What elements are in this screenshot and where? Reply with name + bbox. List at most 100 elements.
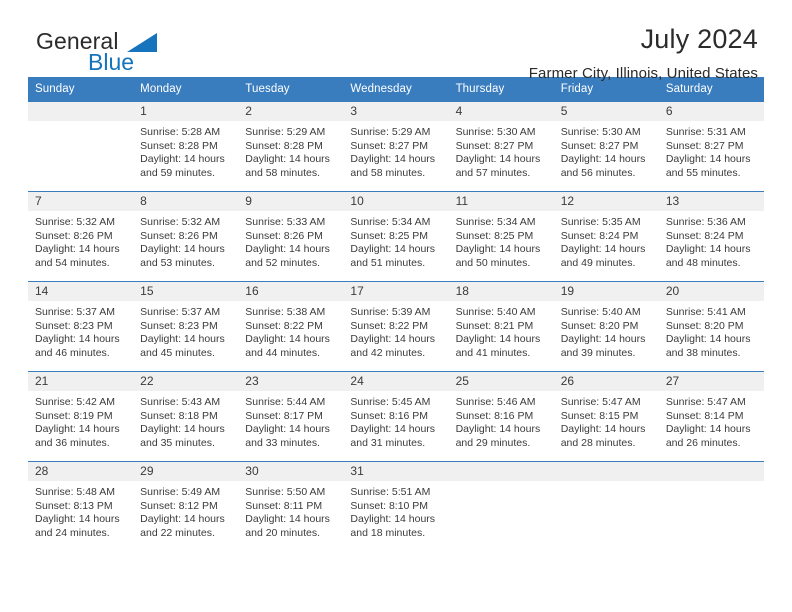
daylight-line1-text: Daylight: 14 hours [140, 243, 225, 256]
calendar-day-cell[interactable]: 31 Sunrise: 5:51 AM Sunset: 8:10 PM Dayligh… [343, 461, 449, 552]
calendar-day-cell[interactable]: 1 Sunrise: 5:28 AM Sunset: 8:28 PM Daylight… [133, 101, 239, 192]
sunrise-text: Sunrise: 5:39 AM [350, 306, 431, 318]
day-details: Sunrise: 5:32 AM Sunset: 8:26 PM Daylight:… [28, 211, 133, 270]
calendar-day-cell[interactable]: 2 Sunrise: 5:29 AM Sunset: 8:28 PM Daylight… [238, 101, 344, 192]
day-number: 21 [28, 372, 134, 391]
day-number: 18 [448, 282, 554, 301]
sunset-text: Sunset: 8:25 PM [350, 229, 429, 242]
daylight-line1-text: Daylight: 14 hours [350, 243, 436, 256]
day-details: Sunrise: 5:37 AM Sunset: 8:23 PM Daylight:… [28, 301, 133, 360]
calendar-day-cell[interactable]: 23 Sunrise: 5:44 AM Sunset: 8:17 PM Dayligh… [238, 371, 344, 462]
daylight-line2-text: and 36 minutes. [35, 436, 110, 449]
calendar-day-cell[interactable]: 10 Sunrise: 5:34 AM Sunset: 8:25 PM Dayligh… [343, 191, 449, 282]
day-details: Sunrise: 5:33 AM Sunset: 8:26 PM Daylight:… [238, 211, 343, 270]
calendar-day-cell[interactable]: 9 Sunrise: 5:33 AM Sunset: 8:26 PM Daylight… [238, 191, 344, 282]
daylight-line1-text: Daylight: 14 hours [35, 333, 120, 346]
sunset-text: Sunset: 8:20 PM [665, 319, 744, 332]
daylight-line2-text: and 24 minutes. [35, 526, 110, 539]
sunrise-text: Sunrise: 5:40 AM [560, 306, 641, 318]
sunset-text: Sunset: 8:13 PM [35, 499, 113, 512]
daylight-line2-text: and 57 minutes. [455, 166, 531, 179]
day-details: Sunrise: 5:48 AM Sunset: 8:13 PM Daylight:… [28, 481, 133, 540]
daylight-line1-text: Daylight: 14 hours [140, 423, 225, 436]
day-details: Sunrise: 5:40 AM Sunset: 8:20 PM Daylight:… [554, 301, 659, 360]
calendar-day-cell[interactable]: 12 Sunrise: 5:35 AM Sunset: 8:24 PM Dayligh… [553, 191, 659, 282]
location-subtitle: Farmer City, Illinois, United States [528, 65, 758, 82]
day-number: 12 [553, 192, 659, 211]
calendar-day-cell[interactable]: 28 Sunrise: 5:48 AM Sunset: 8:13 PM Dayligh… [28, 461, 134, 552]
daylight-line2-text: and 29 minutes. [455, 436, 531, 449]
daylight-line1-text: Daylight: 14 hours [350, 333, 436, 346]
calendar-day-cell[interactable]: 27 Sunrise: 5:47 AM Sunset: 8:14 PM Dayligh… [658, 371, 764, 462]
sunset-text: Sunset: 8:10 PM [350, 499, 429, 512]
calendar-day-cell[interactable]: 7 Sunrise: 5:32 AM Sunset: 8:26 PM Daylight… [28, 191, 134, 282]
sunset-text: Sunset: 8:27 PM [455, 139, 534, 152]
day-details: Sunrise: 5:39 AM Sunset: 8:22 PM Daylight:… [343, 301, 448, 360]
calendar-day-cell[interactable]: 22 Sunrise: 5:43 AM Sunset: 8:18 PM Dayligh… [133, 371, 239, 462]
sunset-text: Sunset: 8:24 PM [665, 229, 744, 242]
day-number: 22 [133, 372, 239, 391]
sunrise-text: Sunrise: 5:46 AM [455, 396, 536, 408]
sunset-text: Sunset: 8:21 PM [455, 319, 534, 332]
day-details: Sunrise: 5:30 AM Sunset: 8:27 PM Daylight:… [449, 121, 554, 180]
weekday-header-monday: Monday [133, 77, 239, 102]
daylight-line2-text: and 55 minutes. [665, 166, 741, 179]
daylight-line2-text: and 38 minutes. [665, 346, 741, 359]
calendar-day-cell[interactable]: 18 Sunrise: 5:40 AM Sunset: 8:21 PM Dayligh… [448, 281, 554, 372]
calendar-day-cell[interactable]: 24 Sunrise: 5:45 AM Sunset: 8:16 PM Dayligh… [343, 371, 449, 462]
sunset-text: Sunset: 8:14 PM [665, 409, 744, 422]
calendar-day-cell[interactable]: 19 Sunrise: 5:40 AM Sunset: 8:20 PM Dayligh… [553, 281, 659, 372]
day-details: Sunrise: 5:35 AM Sunset: 8:24 PM Daylight:… [554, 211, 659, 270]
sunrise-text: Sunrise: 5:37 AM [35, 306, 115, 318]
calendar-day-cell[interactable]: 26 Sunrise: 5:47 AM Sunset: 8:15 PM Dayligh… [553, 371, 659, 462]
title-block: July 2024 Farmer City, Illinois, United … [528, 24, 764, 83]
daylight-line2-text: and 44 minutes. [245, 346, 320, 359]
calendar-day-cell[interactable]: 17 Sunrise: 5:39 AM Sunset: 8:22 PM Dayligh… [343, 281, 449, 372]
calendar-day-cell-empty [28, 101, 134, 192]
daylight-line1-text: Daylight: 14 hours [245, 153, 330, 166]
sunrise-text: Sunrise: 5:29 AM [245, 126, 326, 138]
day-number: 29 [133, 462, 239, 481]
calendar-day-cell[interactable]: 11 Sunrise: 5:34 AM Sunset: 8:25 PM Dayligh… [448, 191, 554, 282]
sunrise-text: Sunrise: 5:48 AM [35, 486, 115, 498]
page-header: General Blue July 2024 Farmer City, Illi… [28, 0, 764, 83]
daylight-line2-text: and 58 minutes. [245, 166, 320, 179]
calendar-day-cell[interactable]: 8 Sunrise: 5:32 AM Sunset: 8:26 PM Daylight… [133, 191, 239, 282]
calendar-day-cell[interactable]: 30 Sunrise: 5:50 AM Sunset: 8:11 PM Dayligh… [238, 461, 344, 552]
calendar-day-cell[interactable]: 4 Sunrise: 5:30 AM Sunset: 8:27 PM Daylight… [448, 101, 554, 192]
calendar-day-cell[interactable]: 6 Sunrise: 5:31 AM Sunset: 8:27 PM Daylight… [658, 101, 764, 192]
daylight-line2-text: and 52 minutes. [245, 256, 320, 269]
day-number: 17 [343, 282, 449, 301]
calendar-day-cell[interactable]: 29 Sunrise: 5:49 AM Sunset: 8:12 PM Dayligh… [133, 461, 239, 552]
daylight-line1-text: Daylight: 14 hours [665, 243, 751, 256]
sunset-text: Sunset: 8:22 PM [350, 319, 429, 332]
calendar-day-cell[interactable]: 13 Sunrise: 5:36 AM Sunset: 8:24 PM Dayligh… [658, 191, 764, 282]
daylight-line1-text: Daylight: 14 hours [455, 423, 541, 436]
day-number: 19 [553, 282, 659, 301]
calendar-day-cell[interactable]: 20 Sunrise: 5:41 AM Sunset: 8:20 PM Dayligh… [658, 281, 764, 372]
calendar-day-cell-empty [658, 461, 764, 552]
daylight-line1-text: Daylight: 14 hours [455, 153, 541, 166]
daylight-line2-text: and 22 minutes. [140, 526, 215, 539]
calendar-day-cell[interactable]: 21 Sunrise: 5:42 AM Sunset: 8:19 PM Dayligh… [28, 371, 134, 462]
logo-text-blue: Blue [88, 49, 135, 75]
sunrise-text: Sunrise: 5:43 AM [140, 396, 221, 408]
calendar-day-cell[interactable]: 16 Sunrise: 5:38 AM Sunset: 8:22 PM Dayligh… [238, 281, 344, 372]
calendar-day-cell[interactable]: 25 Sunrise: 5:46 AM Sunset: 8:16 PM Dayligh… [448, 371, 554, 462]
calendar-day-cell[interactable]: 14 Sunrise: 5:37 AM Sunset: 8:23 PM Dayligh… [28, 281, 134, 372]
calendar-week-row: 7 Sunrise: 5:32 AM Sunset: 8:26 PM Daylight… [28, 191, 764, 282]
calendar-day-cell[interactable]: 3 Sunrise: 5:29 AM Sunset: 8:27 PM Daylight… [343, 101, 449, 192]
daylight-line2-text: and 53 minutes. [140, 256, 215, 269]
sunset-text: Sunset: 8:17 PM [245, 409, 323, 422]
daylight-line2-text: and 20 minutes. [245, 526, 320, 539]
day-number: 7 [28, 192, 134, 211]
daylight-line1-text: Daylight: 14 hours [140, 333, 225, 346]
sunrise-text: Sunrise: 5:38 AM [245, 306, 326, 318]
sunrise-text: Sunrise: 5:34 AM [455, 216, 536, 228]
calendar-day-cell[interactable]: 15 Sunrise: 5:37 AM Sunset: 8:23 PM Dayligh… [133, 281, 239, 372]
daylight-line1-text: Daylight: 14 hours [665, 423, 751, 436]
day-number [658, 462, 764, 481]
page-title: July 2024 [640, 24, 758, 54]
calendar-day-cell[interactable]: 5 Sunrise: 5:30 AM Sunset: 8:27 PM Daylight… [553, 101, 659, 192]
sunrise-text: Sunrise: 5:44 AM [245, 396, 326, 408]
